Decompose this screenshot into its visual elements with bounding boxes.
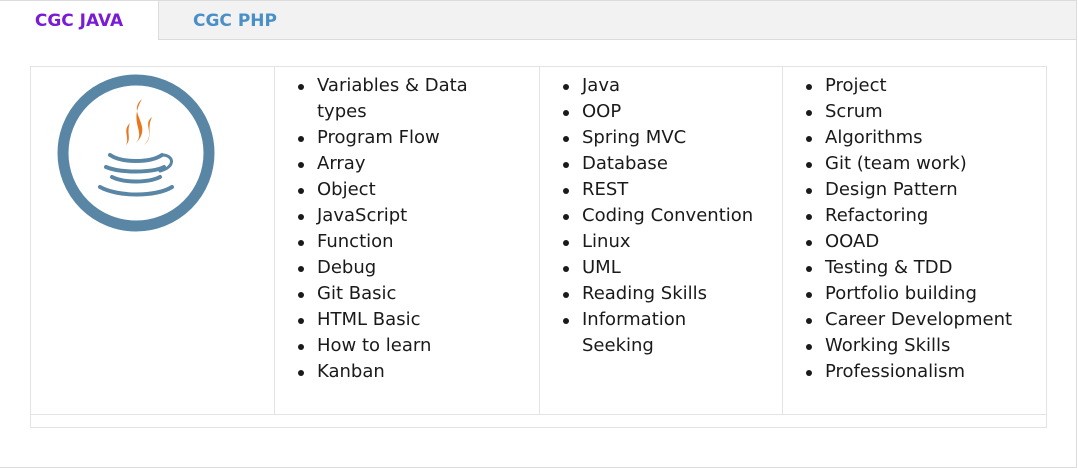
list-item: Coding Convention	[562, 203, 774, 229]
list-item: Reading Skills	[562, 281, 774, 307]
tab-cgc-java[interactable]: CGC JAVA	[0, 1, 159, 42]
list-item: Portfolio building	[805, 281, 1039, 307]
tab-bar: CGC JAVA CGC PHP	[0, 0, 1077, 42]
list-item: Object	[297, 177, 531, 203]
list-item: Information Seeking	[562, 307, 712, 359]
table-footer-row	[31, 414, 1046, 427]
list-item: Variables & Data types	[297, 73, 487, 125]
list-item: Program Flow	[297, 125, 531, 151]
tab-cgc-php[interactable]: CGC PHP	[160, 1, 310, 42]
list-item: Function	[297, 229, 531, 255]
topic-list: Project Scrum Algorithms Git (team work)…	[805, 73, 1039, 385]
list-item: Database	[562, 151, 774, 177]
topics-column-1: Variables & Data types Program Flow Arra…	[274, 67, 539, 414]
list-item: HTML Basic	[297, 307, 531, 333]
list-item: Git (team work)	[805, 151, 1039, 177]
tab-panel: Variables & Data types Program Flow Arra…	[0, 40, 1077, 468]
list-item: Project	[805, 73, 1039, 99]
list-item: Spring MVC	[562, 125, 774, 151]
list-item: Scrum	[805, 99, 1039, 125]
java-logo-icon	[57, 74, 215, 232]
list-item: How to learn	[297, 333, 531, 359]
list-item: Testing & TDD	[805, 255, 1039, 281]
list-item: Kanban	[297, 359, 531, 385]
list-item: OOAD	[805, 229, 1039, 255]
topics-column-3: Project Scrum Algorithms Git (team work)…	[782, 67, 1047, 414]
list-item: Linux	[562, 229, 774, 255]
list-item: REST	[562, 177, 774, 203]
curriculum-table: Variables & Data types Program Flow Arra…	[30, 66, 1047, 428]
list-item: Design Pattern	[805, 177, 1039, 203]
list-item: JavaScript	[297, 203, 531, 229]
list-item: UML	[562, 255, 774, 281]
list-item: Array	[297, 151, 531, 177]
topic-list: Java OOP Spring MVC Database REST Coding…	[562, 73, 774, 359]
list-item: Java	[562, 73, 774, 99]
list-item: Career Development	[805, 307, 1039, 333]
logo-cell	[31, 67, 274, 414]
topics-column-2: Java OOP Spring MVC Database REST Coding…	[539, 67, 782, 414]
list-item: Refactoring	[805, 203, 1039, 229]
list-item: Git Basic	[297, 281, 531, 307]
list-item: Working Skills	[805, 333, 1039, 359]
list-item: Debug	[297, 255, 531, 281]
list-item: OOP	[562, 99, 774, 125]
list-item: Professionalism	[805, 359, 1039, 385]
list-item: Algorithms	[805, 125, 1039, 151]
topic-list: Variables & Data types Program Flow Arra…	[297, 73, 531, 385]
